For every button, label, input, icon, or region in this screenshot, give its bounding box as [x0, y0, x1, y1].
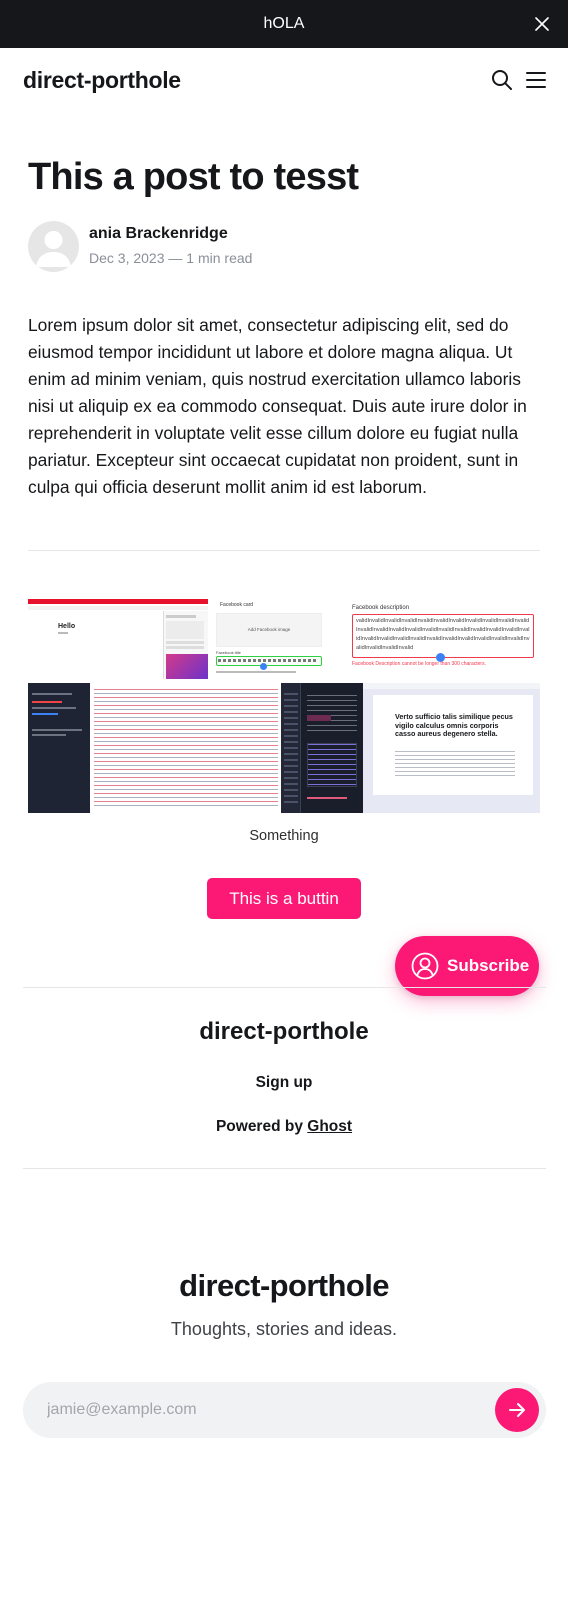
post-button[interactable]: This is a buttin	[207, 878, 361, 919]
preview-article-title: Verto sufficio talis similique pecus vig…	[395, 712, 513, 738]
facebook-description-value: validInvalidInvalidInvalidInvalidInvalid…	[356, 618, 530, 651]
avatar[interactable]	[28, 220, 79, 272]
arrow-right-icon	[507, 1400, 527, 1420]
byline: ania Brackenridge Dec 3, 2023 — 1 min re…	[28, 220, 252, 272]
subscribe-form	[23, 1382, 546, 1438]
cta-description: Thoughts, stories and ideas.	[170, 1319, 398, 1339]
gallery-image-facebook-card[interactable]: Facebook card Add Facebook image Faceboo…	[208, 599, 326, 679]
meta-separator: —	[168, 250, 183, 266]
footer-divider-bottom	[23, 1168, 546, 1169]
hello-text: Hello	[58, 623, 76, 630]
author-name[interactable]: ania Brackenridge	[89, 223, 252, 245]
post-meta: Dec 3, 2023 — 1 min read	[89, 247, 252, 269]
post-title: This a post to tesst	[28, 156, 359, 198]
gallery-image-hello-page[interactable]: Hello	[28, 599, 208, 679]
cta-site-title: direct-porthole	[179, 1268, 389, 1303]
read-time: 1 min read	[186, 250, 253, 266]
gallery-caption: Something	[249, 828, 319, 844]
footer-divider-top	[23, 987, 546, 988]
ghost-link[interactable]: Ghost	[307, 1118, 352, 1135]
footer-site-title[interactable]: direct-porthole	[0, 1018, 568, 1046]
footer-signup-link[interactable]: Sign up	[0, 1074, 568, 1092]
subscribe-label: Subscribe	[447, 956, 530, 975]
gallery-image-facebook-description[interactable]: Facebook description validInvalidInvalid…	[326, 599, 540, 679]
gallery-image-article-preview[interactable]: Verto sufficio talis similique pecus vig…	[363, 683, 540, 813]
image-gallery: Hello Facebook card Add Facebook image F…	[28, 599, 540, 813]
announcement-text: hOLA	[263, 15, 305, 32]
facebook-title-label: Facebook title	[216, 650, 241, 655]
facebook-image-placeholder: Add Facebook image	[247, 627, 291, 632]
facebook-description-error: Facebook Description cannot be longer th…	[352, 661, 486, 667]
menu-icon[interactable]	[524, 68, 548, 92]
default-avatar-icon	[36, 230, 71, 267]
gallery-image-code-editor[interactable]	[28, 683, 281, 813]
announcement-bar: hOLA	[0, 0, 568, 48]
close-icon[interactable]	[530, 12, 554, 36]
search-icon[interactable]	[490, 68, 514, 92]
submit-button[interactable]	[495, 1388, 539, 1432]
powered-by-prefix: Powered by	[215, 1118, 303, 1135]
facebook-card-heading: Facebook card	[220, 602, 254, 608]
powered-by: Powered by Ghost	[0, 1118, 568, 1136]
divider	[28, 550, 540, 551]
post-body: Lorem ipsum dolor sit amet, consectetur …	[28, 315, 527, 497]
post-date: Dec 3, 2023	[89, 250, 165, 266]
email-field[interactable]	[47, 1382, 467, 1438]
byline-meta: ania Brackenridge Dec 3, 2023 — 1 min re…	[89, 223, 252, 269]
facebook-description-heading: Facebook description	[352, 605, 410, 611]
site-header: direct-porthole	[0, 48, 568, 114]
user-circle-icon	[411, 952, 439, 980]
gallery-image-dark-editor[interactable]	[281, 683, 363, 813]
site-logo[interactable]: direct-porthole	[23, 67, 181, 94]
